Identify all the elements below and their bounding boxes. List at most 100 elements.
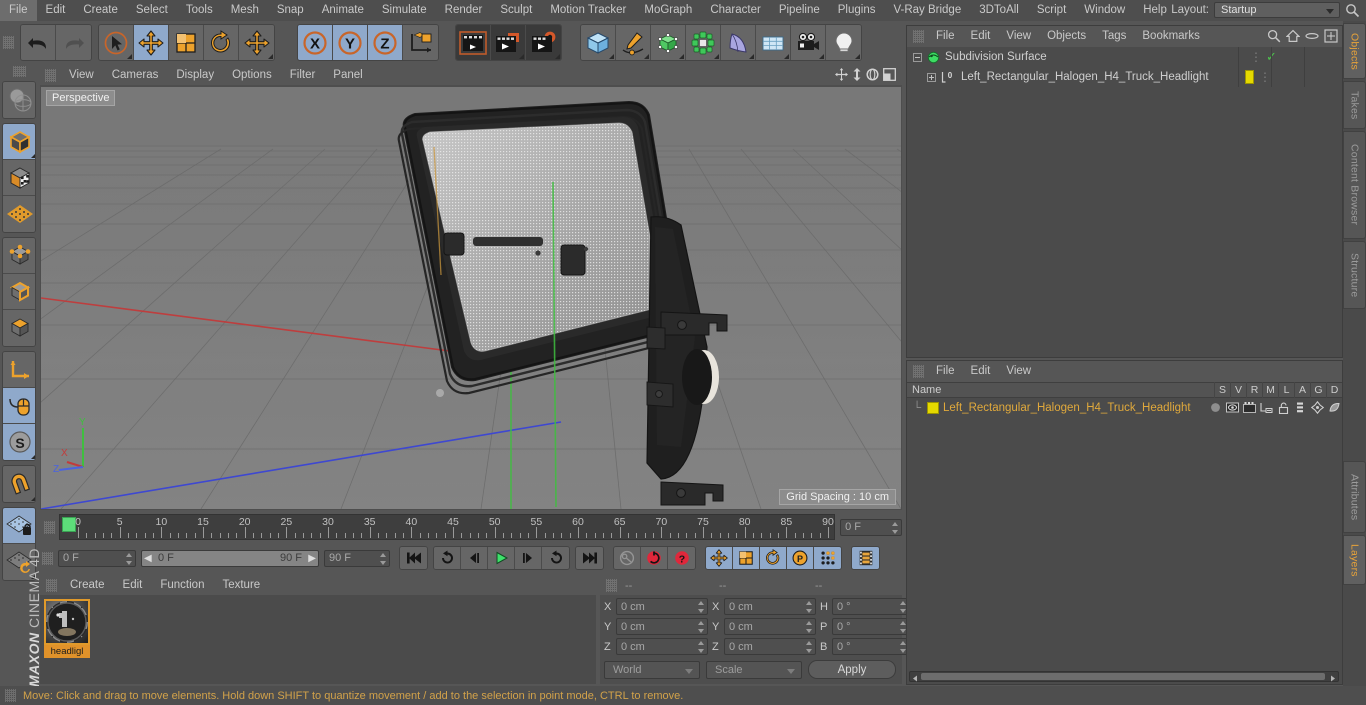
add-spline-button[interactable] [616, 25, 651, 60]
add-camera-button[interactable] [791, 25, 826, 60]
workplane-lock-tool[interactable] [3, 508, 35, 544]
layer-menu-file[interactable]: File [928, 361, 963, 382]
layer-col-m[interactable]: M [1262, 382, 1278, 398]
object-manager-grip[interactable] [913, 30, 924, 43]
manager-icon[interactable] [1259, 400, 1275, 415]
add-environment-button[interactable] [756, 25, 791, 60]
max-frame-field[interactable]: 90 F [324, 549, 390, 567]
menu-item-animate[interactable]: Animate [313, 0, 373, 21]
scale-tool[interactable] [169, 25, 204, 60]
maximize-icon[interactable] [883, 68, 896, 84]
viewport-menu-view[interactable]: View [60, 66, 103, 85]
dolly-icon[interactable] [852, 68, 862, 84]
spinner-icon[interactable] [805, 621, 812, 633]
menu-item-create[interactable]: Create [74, 0, 127, 21]
coordinates-grip[interactable] [606, 579, 617, 592]
menu-item-vray-bridge[interactable]: V-Ray Bridge [884, 0, 970, 21]
material-item[interactable]: headligl [44, 599, 90, 658]
menu-item-edit[interactable]: Edit [37, 0, 75, 21]
go-to-end-button[interactable] [576, 547, 603, 569]
texture-mode-tool[interactable] [3, 160, 35, 196]
scrollbar-thumb[interactable] [921, 673, 1325, 680]
add-mograph-button[interactable] [686, 25, 721, 60]
object-menu-view[interactable]: View [998, 26, 1039, 47]
material-menu-edit[interactable]: Edit [114, 576, 152, 595]
deformer-icon[interactable] [1326, 400, 1342, 415]
layer-col-g[interactable]: G [1310, 382, 1326, 398]
model-mode-tool[interactable] [3, 124, 35, 160]
timeline-ruler[interactable]: 0 5 10 15 20 25 30 35 40 45 50 55 60 65 70 75 80 85 90 [59, 514, 836, 540]
status-bar-grip[interactable] [5, 689, 16, 702]
orbit-icon[interactable] [866, 68, 879, 84]
add-deformer-button[interactable] [721, 25, 756, 60]
points-mode-tool[interactable] [3, 238, 35, 274]
coord-field-size-x[interactable]: 0 cm [724, 598, 816, 615]
object-tree[interactable]: Subdivision Surface ⋮ ✓ 0 Left_Rectangul… [907, 47, 1342, 357]
playback-grip[interactable] [42, 551, 53, 565]
viewport-menu-options[interactable]: Options [223, 66, 281, 85]
toolbar-grip[interactable] [3, 36, 14, 49]
menu-item-plugins[interactable]: Plugins [829, 0, 885, 21]
layout-select[interactable]: Startup [1214, 2, 1340, 18]
move-tool[interactable] [134, 25, 169, 60]
material-menu-function[interactable]: Function [151, 576, 213, 595]
keyframe-selection-button[interactable]: ? [668, 547, 695, 569]
timeline-playhead[interactable] [62, 517, 76, 532]
coord-field-rot-b[interactable]: 0 ° [832, 638, 910, 655]
home-icon[interactable] [1285, 29, 1301, 46]
select-tool[interactable] [99, 25, 134, 60]
z-axis-lock[interactable]: Z [368, 25, 403, 60]
tab-structure[interactable]: Structure [1343, 241, 1366, 309]
coordinate-mode-dropdown[interactable]: Scale [706, 660, 802, 679]
magnet-tool[interactable] [3, 466, 35, 502]
edges-mode-tool[interactable] [3, 274, 35, 310]
record-rotation-button[interactable] [760, 547, 787, 569]
loop-button[interactable] [542, 547, 569, 569]
viewport-solo-tool[interactable] [3, 388, 35, 424]
menu-item-mograph[interactable]: MoGraph [635, 0, 701, 21]
layer-col-d[interactable]: D [1326, 382, 1342, 398]
tab-content-browser[interactable]: Content Browser [1343, 131, 1366, 239]
layer-name-cell[interactable]: └ Left_Rectangular_Halogen_H4_Truck_Head… [907, 401, 1208, 414]
spinner-icon[interactable] [891, 521, 898, 534]
menu-item-character[interactable]: Character [701, 0, 770, 21]
object-menu-file[interactable]: File [928, 26, 963, 47]
y-axis-lock[interactable]: Y [333, 25, 368, 60]
material-menu-texture[interactable]: Texture [213, 576, 269, 595]
x-axis-lock[interactable]: X [298, 25, 333, 60]
spinner-icon[interactable] [805, 641, 812, 653]
tab-layers[interactable]: Layers [1343, 535, 1366, 585]
object-menu-tags[interactable]: Tags [1094, 26, 1134, 47]
enable-snap-tool[interactable]: S [3, 424, 35, 460]
object-menu-bookmarks[interactable]: Bookmarks [1134, 26, 1208, 47]
menu-item-snap[interactable]: Snap [268, 0, 313, 21]
layer-col-v[interactable]: V [1230, 382, 1246, 398]
solo-icon[interactable] [1208, 400, 1224, 415]
layer-col-l[interactable]: L [1278, 382, 1294, 398]
layer-row[interactable]: └ Left_Rectangular_Halogen_H4_Truck_Head… [907, 399, 1342, 416]
spinner-icon[interactable] [805, 601, 812, 613]
rotate-tool[interactable] [204, 25, 239, 60]
menu-item-motion-tracker[interactable]: Motion Tracker [541, 0, 635, 21]
left-toolbar-grip[interactable] [12, 66, 26, 77]
menu-item-help[interactable]: Help [1134, 0, 1176, 21]
menu-item-window[interactable]: Window [1075, 0, 1134, 21]
viewport-menu-cameras[interactable]: Cameras [103, 66, 168, 85]
generator-icon[interactable] [1309, 400, 1325, 415]
visibility-icon[interactable] [1225, 400, 1241, 415]
ellipse-icon[interactable] [1305, 29, 1319, 46]
world-object-axis[interactable] [403, 25, 438, 60]
record-parameter-button[interactable] [814, 547, 841, 569]
render-preview-tool[interactable] [3, 82, 35, 118]
animation-icon[interactable] [1292, 400, 1308, 415]
spinner-icon[interactable] [379, 552, 386, 565]
tab-objects[interactable]: Objects [1343, 23, 1366, 79]
record-position-button[interactable] [706, 547, 733, 569]
layer-horizontal-scrollbar[interactable] [909, 671, 1339, 682]
coord-field-pos-x[interactable]: 0 cm [616, 598, 708, 615]
pan-icon[interactable] [835, 68, 848, 84]
menu-item-mesh[interactable]: Mesh [222, 0, 268, 21]
object-menu-edit[interactable]: Edit [963, 26, 999, 47]
render-region-button[interactable] [491, 25, 526, 60]
expand-toggle-icon[interactable] [927, 72, 936, 82]
